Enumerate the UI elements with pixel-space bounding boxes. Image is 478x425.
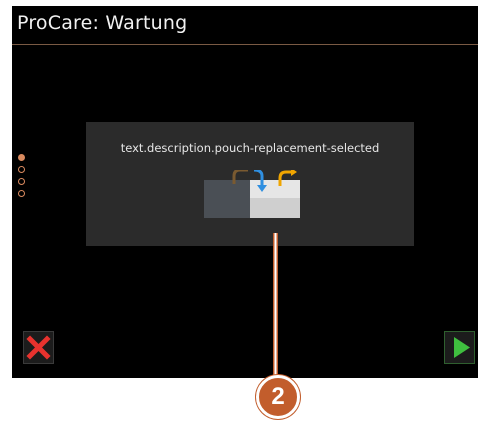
page-title: ProCare: Wartung: [17, 12, 188, 34]
step-dot-4: [18, 190, 25, 197]
dialog-description: text.description.pouch-replacement-selec…: [120, 141, 380, 155]
pouch-replacement-icon: [204, 168, 300, 226]
header: ProCare: Wartung: [12, 6, 478, 45]
info-dialog: text.description.pouch-replacement-selec…: [86, 122, 414, 246]
step-dot-3: [18, 178, 25, 185]
cancel-button[interactable]: [23, 331, 54, 364]
step-dot-2: [18, 166, 25, 173]
callout-badge: 2: [256, 375, 300, 419]
play-arrow-icon: [454, 337, 470, 358]
header-divider: [12, 44, 478, 45]
device-screen: ProCare: Wartung text.description.pouch-…: [12, 6, 478, 378]
close-icon: [26, 335, 51, 360]
callout-line: [273, 233, 278, 377]
step-dot-1: [18, 154, 25, 161]
step-indicator: [18, 154, 28, 204]
next-button[interactable]: [444, 331, 475, 364]
